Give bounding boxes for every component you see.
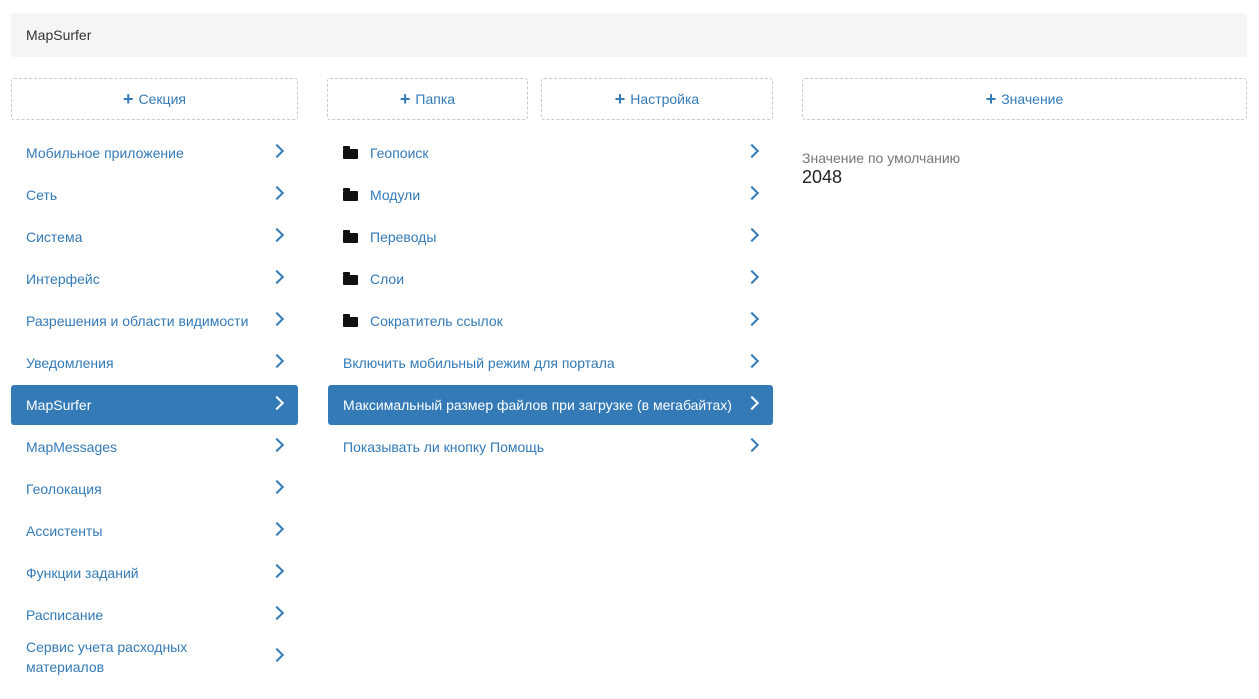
folder-icon — [343, 146, 358, 159]
section-item[interactable]: Функции заданий — [11, 553, 298, 593]
plus-icon: + — [399, 89, 411, 109]
add-section-label: Секция — [138, 91, 186, 107]
section-item[interactable]: MapMessages — [11, 427, 298, 467]
setting-item-label: Слои — [370, 271, 405, 287]
default-value: 2048 — [802, 167, 843, 187]
sections-list: Мобильное приложение Сеть Система Интерфейс… — [11, 133, 298, 679]
breadcrumb: MapSurfer — [11, 13, 1247, 57]
section-item-label: Расписание — [26, 607, 104, 623]
setting-item-label: Сократитель ссылок — [370, 313, 503, 329]
section-item[interactable]: Уведомления — [11, 343, 298, 383]
value-panel: Значение по умолчанию 2048 — [802, 150, 960, 188]
setting-item[interactable]: Сократитель ссылок — [328, 301, 773, 341]
add-value-button[interactable]: + Значение — [802, 78, 1247, 120]
setting-item-label: Переводы — [370, 229, 437, 245]
section-item[interactable]: Разрешения и области видимости — [11, 301, 298, 341]
section-item-label: MapMessages — [26, 439, 118, 455]
section-item[interactable]: Ассистенты — [11, 511, 298, 551]
add-setting-label: Настройка — [630, 91, 700, 107]
folder-icon — [343, 314, 358, 327]
setting-item[interactable]: Геопоиск — [328, 133, 773, 173]
default-value-label: Значение по умолчанию — [802, 150, 961, 166]
setting-item-label: Показывать ли кнопку Помощь — [343, 439, 545, 455]
folder-icon — [343, 188, 358, 201]
section-item[interactable]: Расписание — [11, 595, 298, 635]
breadcrumb-title: MapSurfer — [26, 27, 92, 43]
setting-item-label: Максимальный размер файлов при загрузке … — [343, 397, 732, 413]
section-item[interactable]: Система — [11, 217, 298, 257]
section-item[interactable]: Геолокация — [11, 469, 298, 509]
plus-icon: + — [985, 89, 997, 109]
add-setting-button[interactable]: + Настройка — [541, 78, 773, 120]
section-item-label: Функции заданий — [26, 565, 139, 581]
section-item-label: Уведомления — [26, 355, 114, 371]
setting-item[interactable]: Максимальный размер файлов при загрузке … — [328, 385, 773, 425]
section-item-label: Сервис учета расходных материалов — [26, 639, 188, 675]
add-value-label: Значение — [1001, 91, 1064, 107]
setting-item[interactable]: Слои — [328, 259, 773, 299]
section-item[interactable]: Сеть — [11, 175, 298, 215]
section-item-label: Ассистенты — [26, 523, 103, 539]
setting-item[interactable]: Включить мобильный режим для портала — [328, 343, 773, 383]
section-item[interactable]: Мобильное приложение — [11, 133, 298, 173]
setting-item-label: Модули — [370, 187, 421, 203]
add-section-button[interactable]: + Секция — [11, 78, 298, 120]
add-folder-button[interactable]: + Папка — [327, 78, 528, 120]
add-folder-label: Папка — [415, 91, 456, 107]
section-item[interactable]: Сервис учета расходных материалов — [11, 637, 298, 677]
setting-item[interactable]: Переводы — [328, 217, 773, 257]
folder-icon — [343, 272, 358, 285]
section-item[interactable]: Интерфейс — [11, 259, 298, 299]
setting-item[interactable]: Модули — [328, 175, 773, 215]
setting-item-label: Включить мобильный режим для портала — [343, 355, 615, 371]
section-item-label: Интерфейс — [26, 271, 100, 287]
section-item-label: MapSurfer — [26, 397, 92, 413]
setting-item[interactable]: Показывать ли кнопку Помощь — [328, 427, 773, 467]
section-item-label: Геолокация — [26, 481, 102, 497]
setting-item-label: Геопоиск — [370, 145, 429, 161]
section-item-label: Разрешения и области видимости — [26, 313, 249, 329]
plus-icon: + — [123, 89, 134, 109]
section-item-label: Сеть — [26, 187, 58, 203]
settings-list: Геопоиск Модули Переводы Слои Сократитель сс… — [328, 133, 773, 469]
section-item-label: Система — [26, 229, 83, 245]
section-item[interactable]: MapSurfer — [11, 385, 298, 425]
plus-icon: + — [614, 89, 626, 109]
section-item-label: Мобильное приложение — [26, 145, 184, 161]
folder-icon — [343, 230, 358, 243]
